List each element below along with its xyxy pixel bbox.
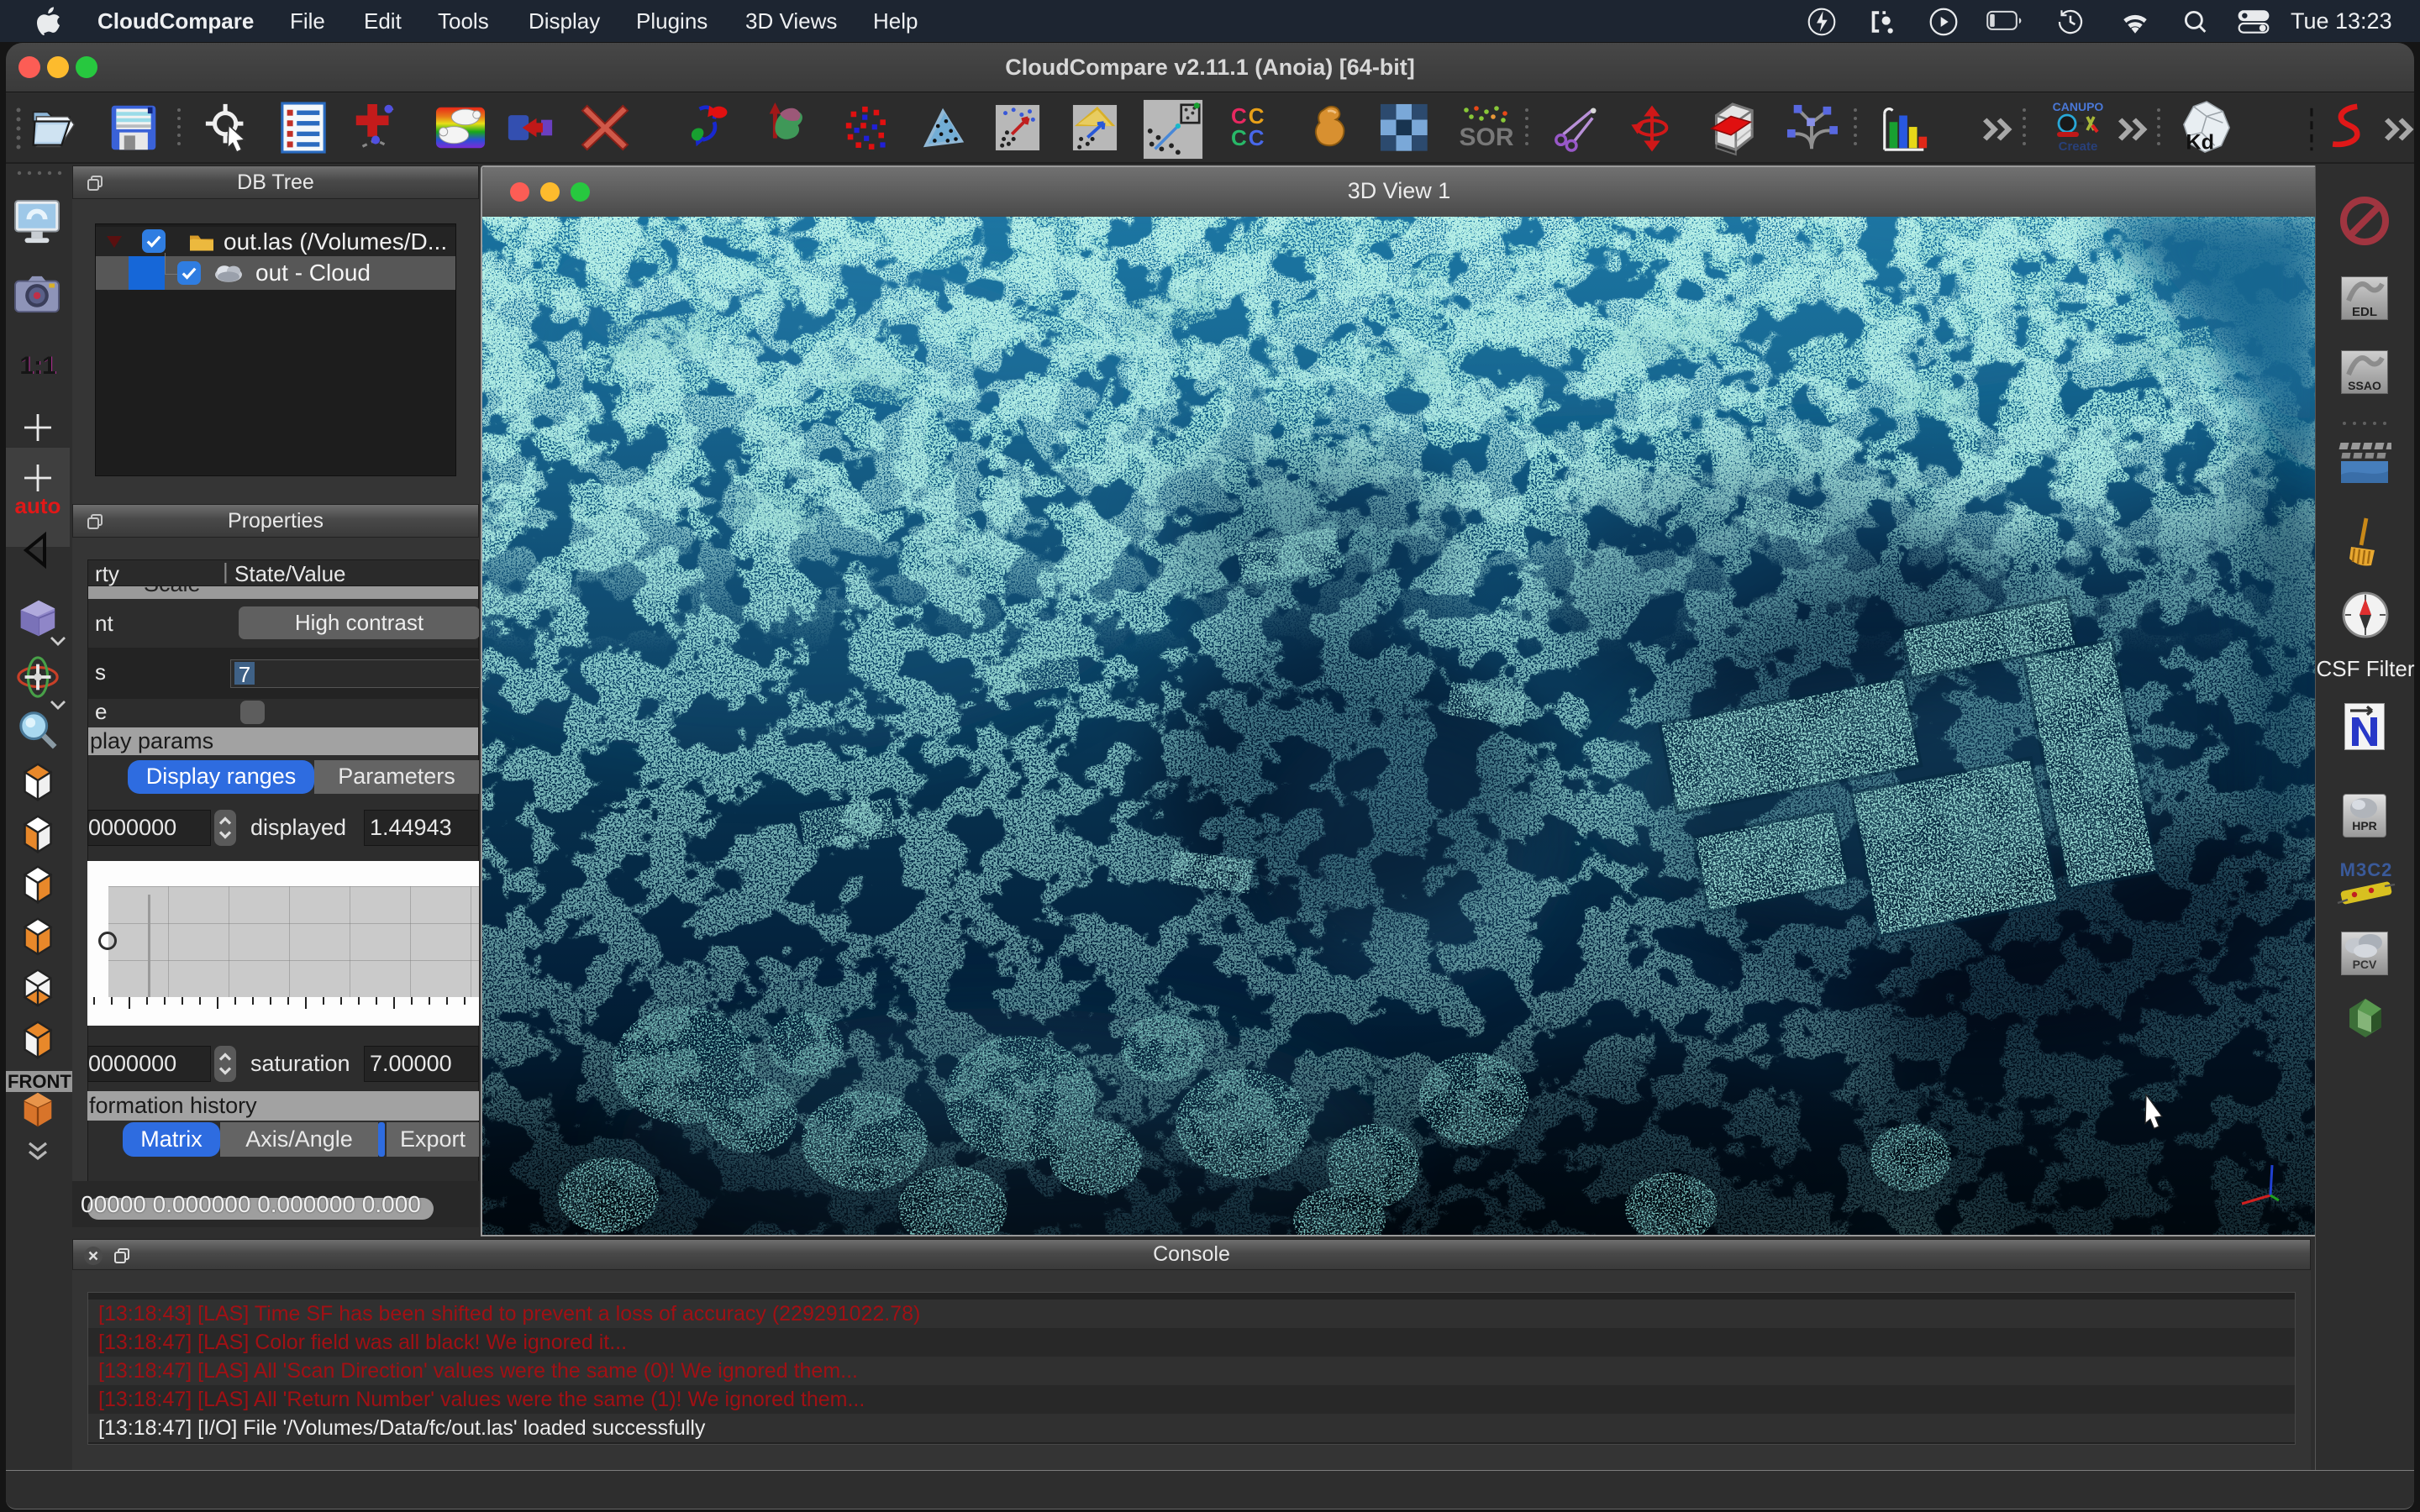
- svg-text:Kd: Kd: [2186, 130, 2214, 154]
- svg-text:SOR: SOR: [1459, 123, 1513, 151]
